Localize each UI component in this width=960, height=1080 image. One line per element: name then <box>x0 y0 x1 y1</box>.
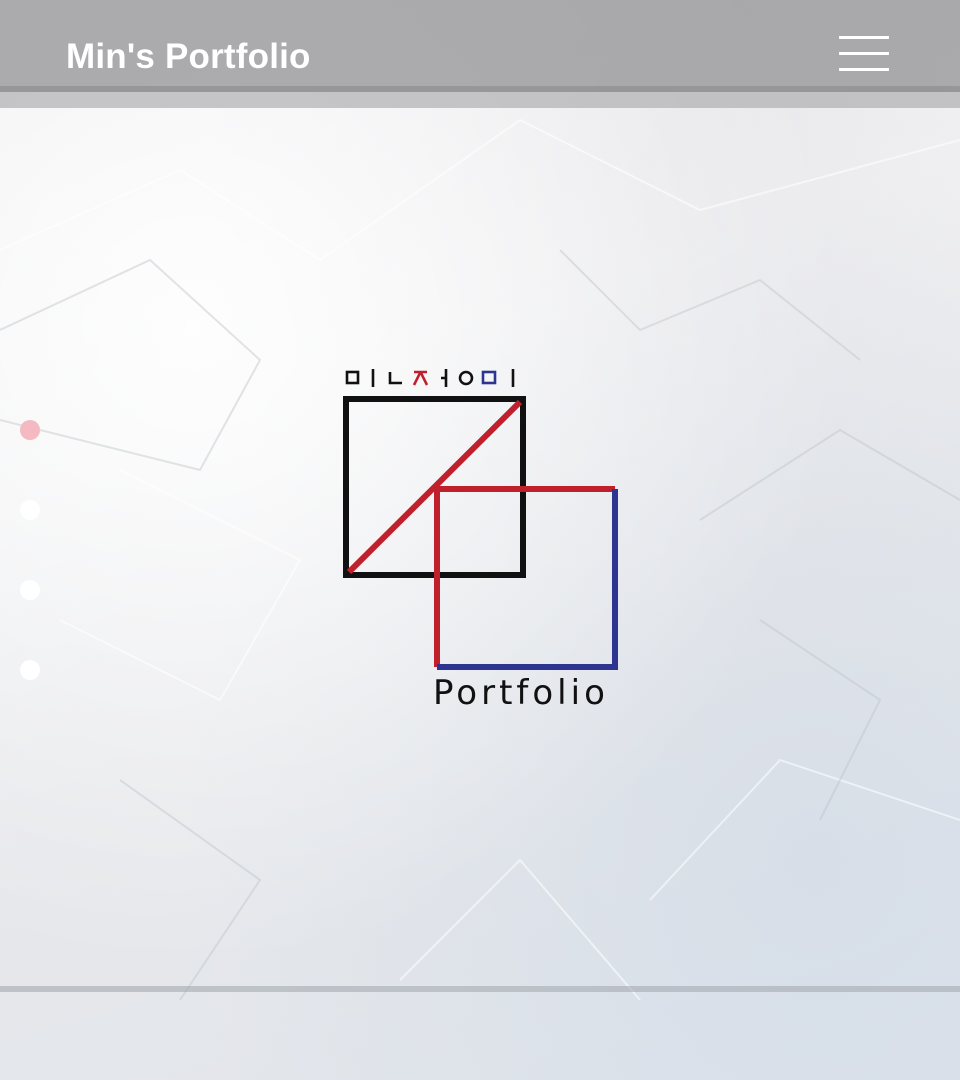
header-bottom-band <box>0 92 960 108</box>
jamo-ieung <box>458 370 474 386</box>
jamo-nieun <box>388 372 402 385</box>
logo-wordmark: Portfolio <box>433 673 609 713</box>
jamo-mieum-2 <box>481 370 497 385</box>
section-pagination <box>20 420 40 680</box>
section-dot-2[interactable] <box>20 500 40 520</box>
section-dot-4[interactable] <box>20 660 40 680</box>
hamburger-menu-button[interactable] <box>832 30 896 78</box>
logo-graphic <box>343 369 618 670</box>
section-dot-1[interactable] <box>20 420 40 440</box>
site-title[interactable]: Min's Portfolio <box>66 36 311 78</box>
section-divider <box>0 986 960 992</box>
hangul-jamo-row <box>345 369 515 387</box>
portfolio-logo: Portfolio <box>330 360 640 720</box>
top-header-bar: Min's Portfolio <box>0 0 960 92</box>
jamo-eo <box>441 369 448 387</box>
jamo-jieut <box>412 370 429 386</box>
jamo-mieum-1 <box>345 370 360 385</box>
section-dot-3[interactable] <box>20 580 40 600</box>
